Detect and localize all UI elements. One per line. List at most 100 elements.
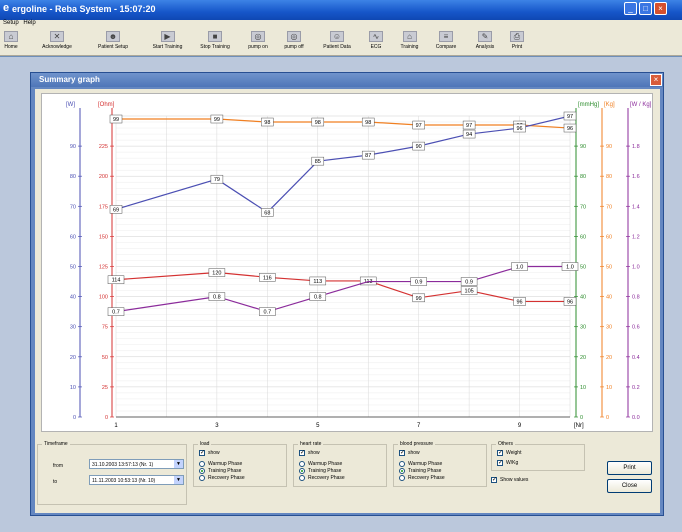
summary-graph-dialog: Summary graph × [W] 0 10 20 30 40 50 60 70 80 90 [O… <box>30 72 664 516</box>
data-label: 0.8 <box>213 295 221 301</box>
tick-label: 0 <box>580 415 583 421</box>
tick-label: 40 <box>70 295 76 301</box>
data-label: 94 <box>466 132 472 138</box>
tick-label: 20 <box>580 355 586 361</box>
dialog-body: [W] 0 10 20 30 40 50 60 70 80 90 [Ohm] 0 25 50 75 100 125… <box>35 89 660 513</box>
analysis-button[interactable]: ✎ Analysis <box>471 31 499 54</box>
tick-label: 1.2 <box>632 234 640 240</box>
data-label: 98 <box>264 120 270 126</box>
acknowledge-icon: ✕ <box>50 31 64 42</box>
show-values-label: Show values <box>500 477 529 483</box>
acknowledge-button[interactable]: ✕ Acknowledge <box>32 31 82 54</box>
close-window-button[interactable]: × <box>654 2 667 15</box>
to-select[interactable]: 11.11.2003 10:53:13 (Nr. 10) ▼ <box>89 475 184 485</box>
data-label: 69 <box>113 207 119 213</box>
home-icon: ⌂ <box>4 31 18 42</box>
pump-off-button[interactable]: ◎ pump off <box>280 31 308 54</box>
tick-label: 20 <box>70 355 76 361</box>
tick-label: 125 <box>99 265 108 271</box>
from-select[interactable]: 31.10.2003 13:57:13 (Nr. 1) ▼ <box>89 459 184 469</box>
training-button[interactable]: ⌂ Training <box>397 31 422 54</box>
data-label: 99 <box>416 296 422 302</box>
home-button[interactable]: ⌂ Home <box>2 31 20 54</box>
timeframe-legend: Timeframe <box>44 441 68 447</box>
hr-recovery-radio[interactable] <box>299 475 305 481</box>
bp-recovery-radio[interactable] <box>399 475 405 481</box>
tick-label: 0.4 <box>632 355 640 361</box>
hr-warmup-radio[interactable] <box>299 461 305 467</box>
bp-show-checkbox[interactable]: ✓ <box>399 450 405 456</box>
patient-setup-button[interactable]: ☻ Patient Setup <box>92 31 134 54</box>
data-label: 1.0 <box>566 265 574 271</box>
tick-label: 40 <box>606 295 612 301</box>
load-recovery-label: Recovery Phase <box>208 475 245 481</box>
tick-label: 40 <box>580 295 586 301</box>
tick-label: 0.8 <box>632 295 640 301</box>
tick-label: 1.6 <box>632 174 640 180</box>
x-tick-label: 5 <box>316 423 320 429</box>
tick-label: 70 <box>70 204 76 210</box>
weight-checkbox[interactable]: ✓ <box>497 450 503 456</box>
bp-training-radio[interactable] <box>399 468 405 474</box>
data-label: 96 <box>516 299 522 305</box>
tick-label: 90 <box>580 144 586 150</box>
wkg-checkbox[interactable]: ✓ <box>497 460 503 466</box>
hr-show-checkbox[interactable]: ✓ <box>299 450 305 456</box>
data-label: 105 <box>465 289 474 295</box>
timeframe-group: Timeframe <box>37 441 187 505</box>
blood-pressure-legend: blood pressure <box>400 441 434 447</box>
patient-data-button[interactable]: ☺ Patient Data <box>318 31 356 54</box>
tick-label: 0.6 <box>632 325 640 331</box>
bp-warmup-radio[interactable] <box>399 461 405 467</box>
data-label: 0.7 <box>264 310 272 316</box>
play-icon: ▶ <box>160 31 175 42</box>
tick-label: 1.8 <box>632 144 640 150</box>
tick-label: 50 <box>102 355 108 361</box>
compare-button[interactable]: ≡ Compare <box>432 31 460 54</box>
tick-label: 0.2 <box>632 385 640 391</box>
dialog-titlebar: Summary graph <box>31 73 663 87</box>
menu-help[interactable]: Help <box>23 20 35 26</box>
data-label: 68 <box>264 210 270 216</box>
printer-icon: ⎙ <box>510 31 524 42</box>
menu-setup[interactable]: Setup <box>3 20 19 26</box>
tick-label: 70 <box>580 204 586 210</box>
maximize-button[interactable]: □ <box>639 2 652 15</box>
x-tick-label: 7 <box>417 423 421 429</box>
kg-axis-label: [Kg] <box>604 102 615 108</box>
print-toolbar-button[interactable]: ⎙ Print <box>508 31 526 54</box>
w-axis-label: [W] <box>66 102 75 108</box>
stop-training-button[interactable]: ■ Stop Training <box>195 31 235 54</box>
weight-label: Weight <box>506 450 522 456</box>
bp-training-label: Training Phase <box>408 468 442 474</box>
wkg-label: W/Kg <box>506 460 519 466</box>
mmhg-axis-label: [mmHg] <box>578 102 599 108</box>
tick-label: 225 <box>99 144 108 150</box>
print-button[interactable]: Print <box>607 461 652 475</box>
hr-training-radio[interactable] <box>299 468 305 474</box>
show-values-checkbox[interactable]: ✓ <box>491 477 497 483</box>
data-label: 96 <box>567 126 573 132</box>
hr-recovery-label: Recovery Phase <box>308 475 345 481</box>
tick-label: 1.0 <box>632 265 640 271</box>
tick-label: 0 <box>105 415 108 421</box>
load-warmup-radio[interactable] <box>199 461 205 467</box>
tick-label: 80 <box>606 174 612 180</box>
tick-label: 30 <box>70 325 76 331</box>
close-button[interactable]: Close <box>607 479 652 493</box>
minimize-button[interactable]: _ <box>624 2 637 15</box>
dialog-close-icon[interactable]: × <box>650 74 662 86</box>
data-label: 0.9 <box>465 280 473 286</box>
load-show-checkbox[interactable]: ✓ <box>199 450 205 456</box>
app-titlebar: e ergoline - Reba System - 15:07:20 _ □ … <box>0 0 682 20</box>
start-training-button[interactable]: ▶ Start Training <box>145 31 190 54</box>
others-legend: Others <box>498 441 514 447</box>
compare-icon: ≡ <box>439 31 453 42</box>
load-recovery-radio[interactable] <box>199 475 205 481</box>
tick-label: 90 <box>70 144 76 150</box>
ecg-button[interactable]: ∿ ECG <box>366 31 386 54</box>
load-show-label: show <box>208 450 220 456</box>
pump-on-button[interactable]: ◎ pump on <box>244 31 272 54</box>
hr-warmup-label: Warmup Phase <box>308 461 343 467</box>
load-training-radio[interactable] <box>199 468 205 474</box>
